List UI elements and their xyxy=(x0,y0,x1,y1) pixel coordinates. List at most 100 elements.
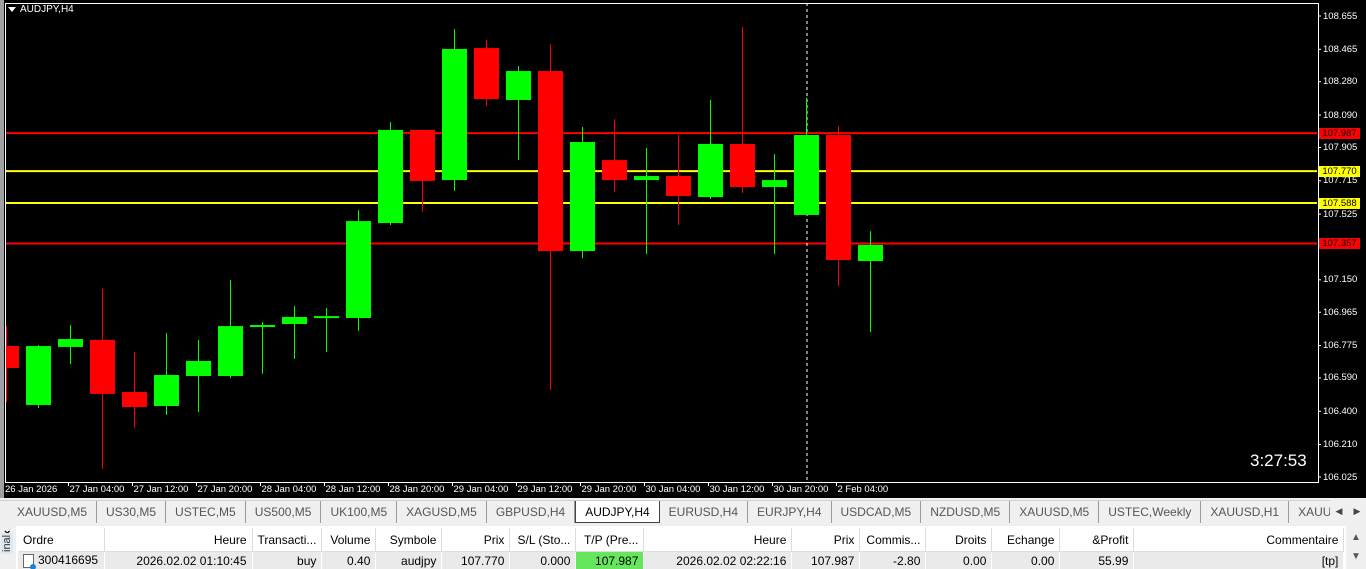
chart-symbol-label: AUDJPY,H4 xyxy=(20,4,74,15)
bear-candle-body xyxy=(6,346,19,368)
chart-tab[interactable]: US30,M5 xyxy=(97,501,167,523)
candlestick-chart[interactable] xyxy=(0,0,1366,498)
chart-tab[interactable]: EURJPY,H4 xyxy=(748,501,832,523)
table-cell: 2026.02.02 02:22:16 xyxy=(643,551,793,569)
dropdown-triangle-icon[interactable] xyxy=(8,7,16,12)
chart-tab[interactable]: UK100,M5 xyxy=(321,501,398,523)
column-header[interactable]: Prix xyxy=(441,528,511,552)
column-header[interactable]: S/L (Sto... xyxy=(509,528,577,552)
time-axis-label: 27 Jan 04:00 xyxy=(69,484,125,495)
time-axis-label: 26 Jan 2026 xyxy=(5,484,58,495)
chart-tab[interactable]: XAUUSD,H1 xyxy=(1201,501,1290,523)
chart-tab[interactable]: NZDUSD,M5 xyxy=(921,501,1011,523)
bull-candle-body xyxy=(314,316,339,319)
chart-tab[interactable]: USDCAD,M5 xyxy=(832,501,922,523)
bull-candle-body xyxy=(762,180,787,188)
price-level-label: 107.770 xyxy=(1319,165,1360,177)
price-axis-label: 107.715 xyxy=(1323,175,1358,187)
time-axis-label: 29 Jan 20:00 xyxy=(581,484,637,495)
time-axis-label: 29 Jan 12:00 xyxy=(517,484,573,495)
chart-tab[interactable]: XAGUSD,M5 xyxy=(397,501,487,523)
time-axis-label: 30 Jan 20:00 xyxy=(773,484,829,495)
column-header[interactable]: Commis... xyxy=(859,528,927,552)
bull-candle-body xyxy=(282,316,307,324)
column-header[interactable]: Volume xyxy=(321,528,377,552)
table-cell: 0.40 xyxy=(321,551,377,569)
bear-candle-body xyxy=(826,135,851,260)
price-axis-label: 106.965 xyxy=(1323,306,1358,318)
bar-countdown-timer: 3:27:53 xyxy=(1250,451,1307,470)
chart-tab[interactable]: EURUSD,H4 xyxy=(660,501,749,523)
price-axis-label: 106.400 xyxy=(1323,405,1358,417)
table-cell: 107.770 xyxy=(441,551,511,569)
table-row[interactable]: 300416695 2026.02.02 01:10:45 buy 0.40 audjp… xyxy=(18,551,1345,569)
time-axis-label: 28 Jan 04:00 xyxy=(261,484,317,495)
time-axis-label: 29 Jan 04:00 xyxy=(453,484,509,495)
table-cell: 107.987 xyxy=(575,551,645,569)
price-axis-label: 108.090 xyxy=(1323,109,1358,121)
bull-candle-body xyxy=(858,244,883,262)
terminal-label: inal xyxy=(1,532,13,554)
tab-navigation: ◀ ▶ xyxy=(1330,500,1366,522)
bear-candle-body xyxy=(666,176,691,197)
time-axis-label: 27 Jan 12:00 xyxy=(133,484,189,495)
tab-scroll-right-icon[interactable]: ▶ xyxy=(1354,506,1361,517)
column-header[interactable]: Echange xyxy=(991,528,1061,552)
chart-tab[interactable]: XAUUSD,M5 xyxy=(1010,501,1100,523)
column-header[interactable]: Ordre xyxy=(18,528,105,552)
column-header[interactable]: Heure xyxy=(104,528,253,552)
scroll-up-icon[interactable]: ▲ xyxy=(1346,532,1366,543)
bull-candle-body xyxy=(634,176,659,181)
column-header[interactable]: Heure xyxy=(643,528,793,552)
price-axis-label: 106.590 xyxy=(1323,372,1358,384)
table-cell: 0.00 xyxy=(925,551,993,569)
column-header[interactable]: Commentaire xyxy=(1133,528,1345,552)
column-header[interactable]: Prix xyxy=(791,528,861,552)
column-header[interactable]: Symbole xyxy=(375,528,443,552)
tab-scroll-left-icon[interactable]: ◀ xyxy=(1336,506,1343,517)
chart-tab[interactable]: XAUUSD,M5 xyxy=(0,501,98,523)
bull-candle-body xyxy=(186,360,211,377)
chart-tab[interactable]: AUDJPY,H4 xyxy=(575,501,660,523)
bear-candle-body xyxy=(474,48,499,100)
chart-title[interactable]: AUDJPY,H4 xyxy=(8,4,74,15)
bear-candle-body xyxy=(602,160,627,181)
table-cell: -2.80 xyxy=(859,551,927,569)
table-cell: 2026.02.02 01:10:45 xyxy=(104,551,253,569)
price-level-label: 107.588 xyxy=(1319,197,1360,209)
bear-candle-body xyxy=(730,143,755,188)
price-axis-label: 108.465 xyxy=(1323,43,1358,55)
price-axis-label: 107.150 xyxy=(1323,274,1358,286)
price-axis-label: 106.210 xyxy=(1323,439,1358,451)
column-header[interactable]: Droits xyxy=(925,528,993,552)
vertical-scrollbar[interactable]: ▲ ▼ xyxy=(1346,526,1366,569)
order-number: 300416695 xyxy=(38,553,99,568)
order-document-icon xyxy=(23,553,36,569)
column-header[interactable]: Transacti... xyxy=(252,528,323,552)
time-axis-label: 28 Jan 12:00 xyxy=(325,484,381,495)
bull-candle-body xyxy=(378,129,403,224)
terminal-sidebar: × inal xyxy=(0,526,16,569)
column-header[interactable]: &Profit xyxy=(1059,528,1135,552)
bull-candle-body xyxy=(442,48,467,181)
chart-tab[interactable]: GBPUSD,H4 xyxy=(487,501,576,523)
price-axis-label: 106.025 xyxy=(1323,471,1358,483)
bull-candle-body xyxy=(154,374,179,407)
bull-candle-body xyxy=(58,339,83,347)
chart-tab[interactable]: USTEC,Weekly xyxy=(1099,501,1202,523)
bear-candle-body xyxy=(90,339,115,394)
scroll-down-icon[interactable]: ▼ xyxy=(1346,551,1366,562)
column-header[interactable]: T/P (Pre... xyxy=(575,528,645,552)
table-cell: 300416695 xyxy=(18,551,105,569)
price-axis-label: 107.525 xyxy=(1323,208,1358,220)
chart-window[interactable]: AUDJPY,H4 3:27:53 108.655 108.465 108.280 1… xyxy=(0,0,1366,498)
chart-tabs: XAUUSD,M5 US30,M5 USTEC,M5 US500,M5 UK100,M5… xyxy=(0,500,1366,523)
time-axis-label: 28 Jan 20:00 xyxy=(389,484,445,495)
chart-tab[interactable]: USTEC,M5 xyxy=(166,501,246,523)
history-table: Ordre Heure Transacti... Volume Symbole Prix S… xyxy=(18,528,1345,569)
bull-candle-body xyxy=(26,346,51,405)
bull-candle-body xyxy=(698,143,723,198)
table-cell: 0.000 xyxy=(509,551,577,569)
chart-tab[interactable]: US500,M5 xyxy=(246,501,322,523)
time-axis-label: 27 Jan 20:00 xyxy=(197,484,253,495)
